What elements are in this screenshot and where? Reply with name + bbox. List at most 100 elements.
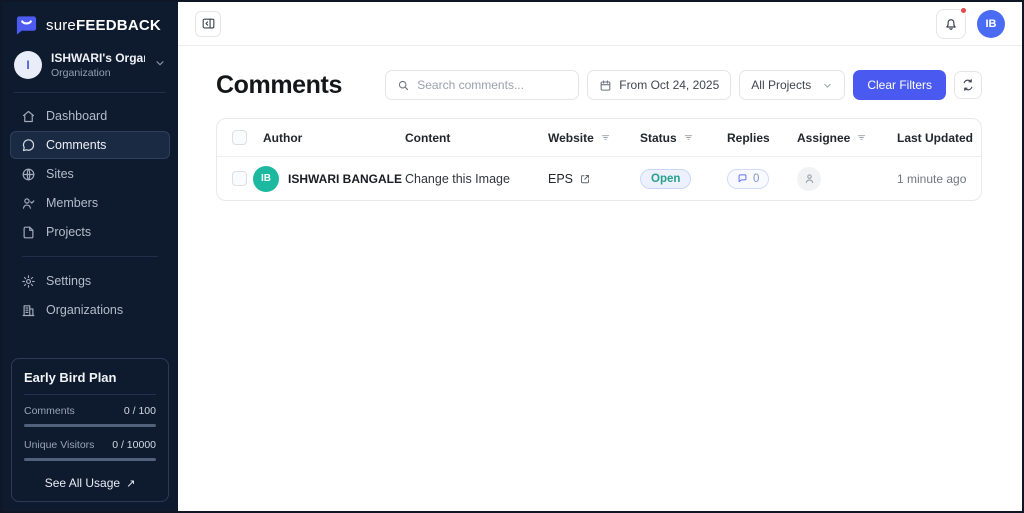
sidebar-item-label: Settings — [46, 274, 91, 288]
comments-progress-bar — [24, 424, 156, 427]
content: Comments From Oct 24, 2025 — [178, 46, 1022, 511]
sidebar-item-dashboard[interactable]: Dashboard — [10, 102, 170, 130]
sidebar-item-sites[interactable]: Sites — [10, 160, 170, 188]
refresh-button[interactable] — [954, 71, 982, 99]
search-icon — [397, 79, 410, 92]
notification-dot — [960, 7, 967, 14]
reply-bubble-icon — [737, 173, 748, 184]
select-all-checkbox[interactable] — [232, 130, 247, 145]
replies-cell: 0 — [727, 169, 797, 189]
usage-row-visitors: Unique Visitors 0 / 10000 — [24, 439, 156, 451]
home-icon — [21, 109, 36, 124]
project-filter-select[interactable]: All Projects — [739, 70, 845, 100]
members-icon — [21, 196, 36, 211]
organization-switcher[interactable]: I ISHWARI's Organiz... Organization — [14, 51, 166, 93]
date-filter-label: From Oct 24, 2025 — [619, 78, 719, 92]
content-header: Comments From Oct 24, 2025 — [216, 69, 982, 101]
brand-logo: sureFEEDBACK — [2, 2, 178, 47]
chevron-down-icon — [822, 80, 833, 91]
globe-icon — [21, 167, 36, 182]
website-name: EPS — [548, 172, 573, 186]
comment-bubble-icon — [21, 138, 36, 153]
row-checkbox[interactable] — [232, 171, 247, 186]
person-icon — [803, 172, 816, 185]
see-all-usage-link[interactable]: See All Usage ↗ — [24, 473, 156, 492]
column-header-last-updated: Last Updated — [897, 131, 981, 145]
sidebar-divider — [22, 256, 158, 257]
table-row[interactable]: IB ISHWARI BANGALE Change this Image EPS… — [217, 156, 981, 200]
usage-row-comments: Comments 0 / 100 — [24, 405, 156, 417]
bell-icon — [943, 16, 959, 32]
organization-info: ISHWARI's Organiz... Organization — [51, 51, 145, 79]
author-cell: IB ISHWARI BANGALE — [253, 166, 405, 192]
column-header-author: Author — [253, 131, 405, 145]
assignee-button[interactable] — [797, 167, 821, 191]
column-header-content: Content — [405, 131, 548, 145]
table-header-row: Author Content Website Status — [217, 119, 981, 156]
sidebar-item-label: Organizations — [46, 303, 123, 317]
header-checkbox-cell — [217, 130, 253, 145]
user-avatar[interactable]: IB — [977, 10, 1005, 38]
building-icon — [21, 303, 36, 318]
clear-filters-button[interactable]: Clear Filters — [853, 70, 946, 100]
sidebar-item-members[interactable]: Members — [10, 189, 170, 217]
main-area: IB Comments From Oct 2 — [178, 2, 1022, 511]
external-link-icon[interactable] — [579, 173, 591, 185]
refresh-icon — [961, 78, 975, 92]
search-input[interactable] — [417, 78, 567, 92]
chat-bubble-logo-icon — [15, 14, 38, 37]
sidebar-item-label: Sites — [46, 167, 74, 181]
panel-collapse-icon — [201, 16, 216, 31]
replies-count: 0 — [753, 173, 759, 185]
page-title: Comments — [216, 71, 342, 100]
filter-lines-icon[interactable] — [683, 132, 694, 143]
status-cell: Open — [640, 169, 727, 189]
plan-usage-card: Early Bird Plan Comments 0 / 100 Unique … — [11, 358, 169, 502]
plan-title: Early Bird Plan — [24, 370, 156, 385]
author-avatar: IB — [253, 166, 279, 192]
status-badge[interactable]: Open — [640, 169, 691, 189]
sidebar-item-projects[interactable]: Projects — [10, 218, 170, 246]
topbar: IB — [178, 2, 1022, 46]
external-arrow-icon: ↗ — [126, 477, 135, 490]
content-cell: Change this Image — [405, 172, 548, 186]
filter-lines-icon[interactable] — [856, 132, 867, 143]
date-filter-button[interactable]: From Oct 24, 2025 — [587, 70, 731, 100]
filter-controls: From Oct 24, 2025 All Projects Clear Fil… — [385, 70, 982, 100]
project-filter-label: All Projects — [751, 78, 811, 92]
assignee-cell — [797, 167, 897, 191]
notifications-button[interactable] — [936, 9, 966, 39]
sidebar-item-label: Dashboard — [46, 109, 107, 123]
replies-chip[interactable]: 0 — [727, 169, 769, 189]
gear-icon — [21, 274, 36, 289]
column-header-status: Status — [640, 131, 727, 145]
brand-name: sureFEEDBACK — [46, 17, 161, 34]
filter-lines-icon[interactable] — [600, 132, 611, 143]
organization-subtitle: Organization — [51, 67, 145, 79]
app-window: sureFEEDBACK I ISHWARI's Organiz... Orga… — [0, 0, 1024, 513]
sidebar-item-organizations[interactable]: Organizations — [10, 296, 170, 324]
author-name: ISHWARI BANGALE — [288, 172, 402, 186]
row-checkbox-cell — [217, 171, 253, 186]
visitors-progress-bar — [24, 458, 156, 461]
sidebar-item-label: Comments — [46, 138, 106, 152]
sidebar-item-label: Projects — [46, 225, 91, 239]
sidebar-item-comments[interactable]: Comments — [10, 131, 170, 159]
website-cell: EPS — [548, 172, 640, 186]
sidebar-item-settings[interactable]: Settings — [10, 267, 170, 295]
column-header-replies: Replies — [727, 131, 797, 145]
chevron-down-icon — [154, 56, 166, 74]
last-updated-cell: 1 minute ago — [897, 172, 981, 186]
sidebar-item-label: Members — [46, 196, 98, 210]
divider — [24, 394, 156, 395]
organization-avatar: I — [14, 51, 42, 79]
calendar-icon — [599, 79, 612, 92]
organization-name: ISHWARI's Organiz... — [51, 51, 145, 65]
search-comments-box[interactable] — [385, 70, 579, 100]
sidebar-nav: Dashboard Comments Sites Members — [2, 93, 178, 325]
sidebar: sureFEEDBACK I ISHWARI's Organiz... Orga… — [2, 2, 178, 511]
comments-table: Author Content Website Status — [216, 118, 982, 201]
projects-file-icon — [21, 225, 36, 240]
column-header-website: Website — [548, 131, 640, 145]
sidebar-toggle-button[interactable] — [195, 11, 221, 37]
